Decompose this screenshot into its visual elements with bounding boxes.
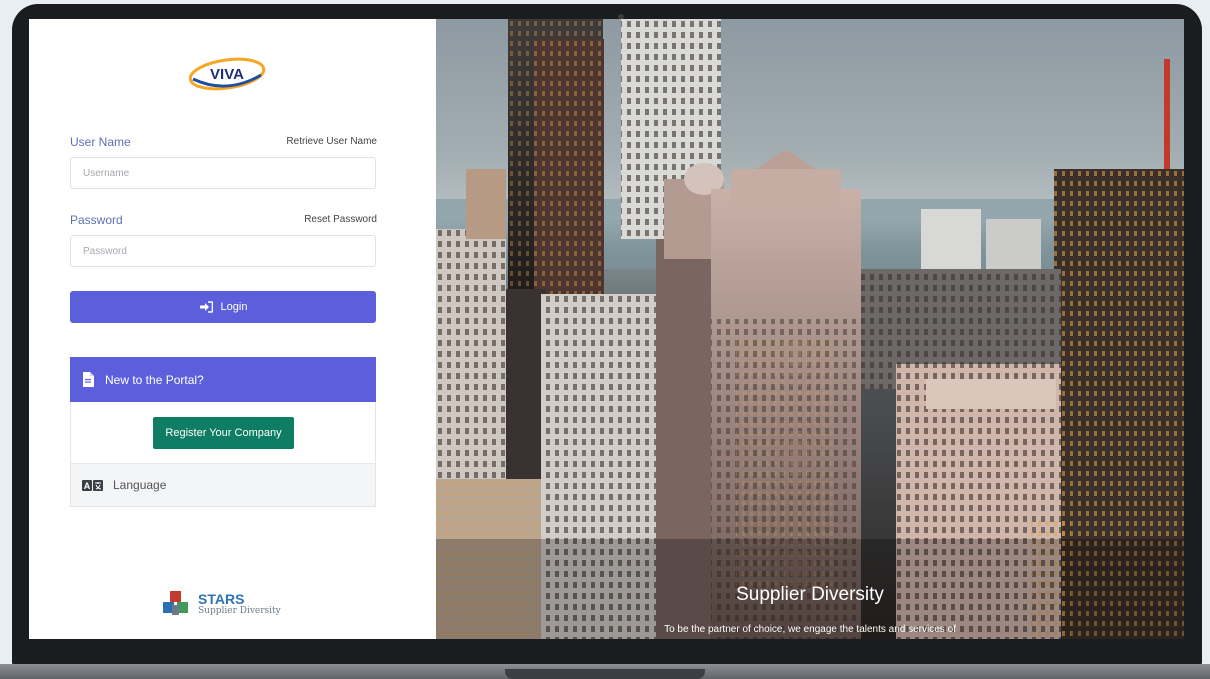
- reset-password-link[interactable]: Reset Password: [304, 214, 377, 225]
- new-portal-header: New to the Portal?: [70, 357, 376, 402]
- password-label: Password: [70, 213, 123, 227]
- username-label: User Name: [70, 135, 131, 149]
- screen: VIVA User Name Retrieve User Name Passwo…: [29, 19, 1184, 639]
- login-button[interactable]: Login: [70, 291, 376, 323]
- login-panel: VIVA User Name Retrieve User Name Passwo…: [29, 19, 436, 639]
- logo-text: VIVA: [210, 66, 244, 83]
- document-icon: [83, 372, 94, 387]
- stars-logo: STARS Supplier Diversity: [162, 591, 281, 617]
- hero-image: Supplier Diversity To be the partner of …: [436, 19, 1184, 639]
- hero-text: To be the partner of choice, we engage t…: [664, 624, 956, 635]
- stars-title: STARS: [198, 591, 245, 607]
- register-company-button[interactable]: Register Your Company: [153, 417, 294, 449]
- language-selector[interactable]: A Language: [71, 463, 375, 506]
- language-label: Language: [113, 478, 167, 492]
- username-input[interactable]: [70, 157, 376, 189]
- login-button-label: Login: [220, 301, 248, 313]
- hero-title: Supplier Diversity: [736, 584, 884, 605]
- stars-subtitle: Supplier Diversity: [198, 606, 281, 616]
- translate-icon: A: [82, 479, 103, 491]
- retrieve-username-link[interactable]: Retrieve User Name: [286, 136, 377, 147]
- sign-in-icon: [199, 301, 213, 313]
- viva-logo: VIVA: [188, 57, 266, 91]
- stars-cubes-icon: [163, 591, 188, 615]
- laptop-notch: [505, 669, 705, 679]
- password-input[interactable]: [70, 235, 376, 267]
- city-skyline-image: [436, 19, 1184, 639]
- new-portal-title: New to the Portal?: [105, 372, 204, 387]
- svg-text:A: A: [84, 481, 91, 491]
